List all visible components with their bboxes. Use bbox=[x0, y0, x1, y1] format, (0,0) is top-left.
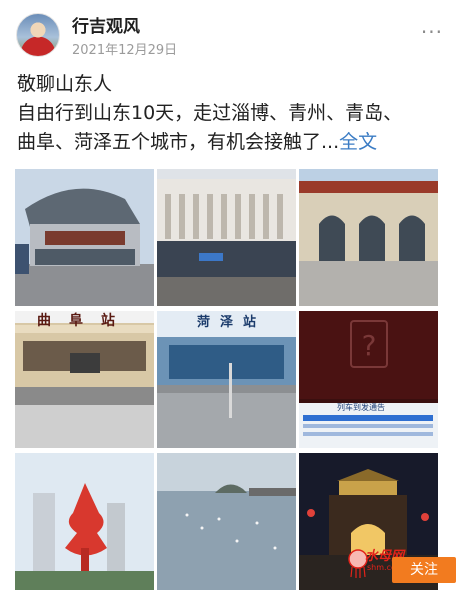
post-text-line: 曲阜、菏泽五个城市，有机会接触了...全文 bbox=[17, 128, 447, 157]
photo-heze-station[interactable]: 菏泽站 bbox=[157, 311, 296, 448]
caption-qufu-station: 曲阜站 bbox=[37, 313, 133, 329]
photo-qingdao-station[interactable] bbox=[299, 169, 438, 306]
photo-qingzhou-station[interactable] bbox=[157, 169, 296, 306]
follow-button[interactable]: 关注 bbox=[392, 557, 456, 583]
fulltext-link[interactable]: 全文 bbox=[339, 131, 377, 153]
svg-text:?: ? bbox=[362, 329, 377, 362]
photo-qufu-station[interactable]: 曲阜站 bbox=[15, 311, 154, 448]
caption-arrival-board: 列车到发通告 bbox=[337, 403, 385, 412]
photo-qingdao-sculpture[interactable] bbox=[15, 453, 154, 590]
watermark-overlay: 水母网 shm.com.cn 关注 bbox=[347, 543, 456, 583]
photo-qingdao-sea[interactable] bbox=[157, 453, 296, 590]
post-text-line-content: 曲阜、菏泽五个城市，有机会接触了... bbox=[17, 131, 340, 153]
post-text-line: 自由行到山东10天，走过淄博、青州、青岛、 bbox=[17, 102, 403, 124]
ellipsis-icon[interactable]: ··· bbox=[421, 20, 443, 44]
photo-arrival-board[interactable]: ? 列车到发通告 bbox=[299, 311, 438, 448]
avatar[interactable] bbox=[16, 13, 60, 57]
post-date: 2021年12月29日 bbox=[72, 43, 178, 58]
author-name[interactable]: 行吉观风 bbox=[72, 12, 140, 37]
photo-zibo-station[interactable] bbox=[15, 169, 154, 306]
post-header: 行吉观风 2021年12月29日 ··· bbox=[0, 0, 461, 70]
post-body: 敬聊山东人 自由行到山东10天，走过淄博、青州、青岛、 曲阜、菏泽五个城市，有机… bbox=[17, 70, 447, 157]
post-text-line: 敬聊山东人 bbox=[17, 73, 113, 95]
caption-heze-station: 菏泽站 bbox=[197, 315, 267, 330]
